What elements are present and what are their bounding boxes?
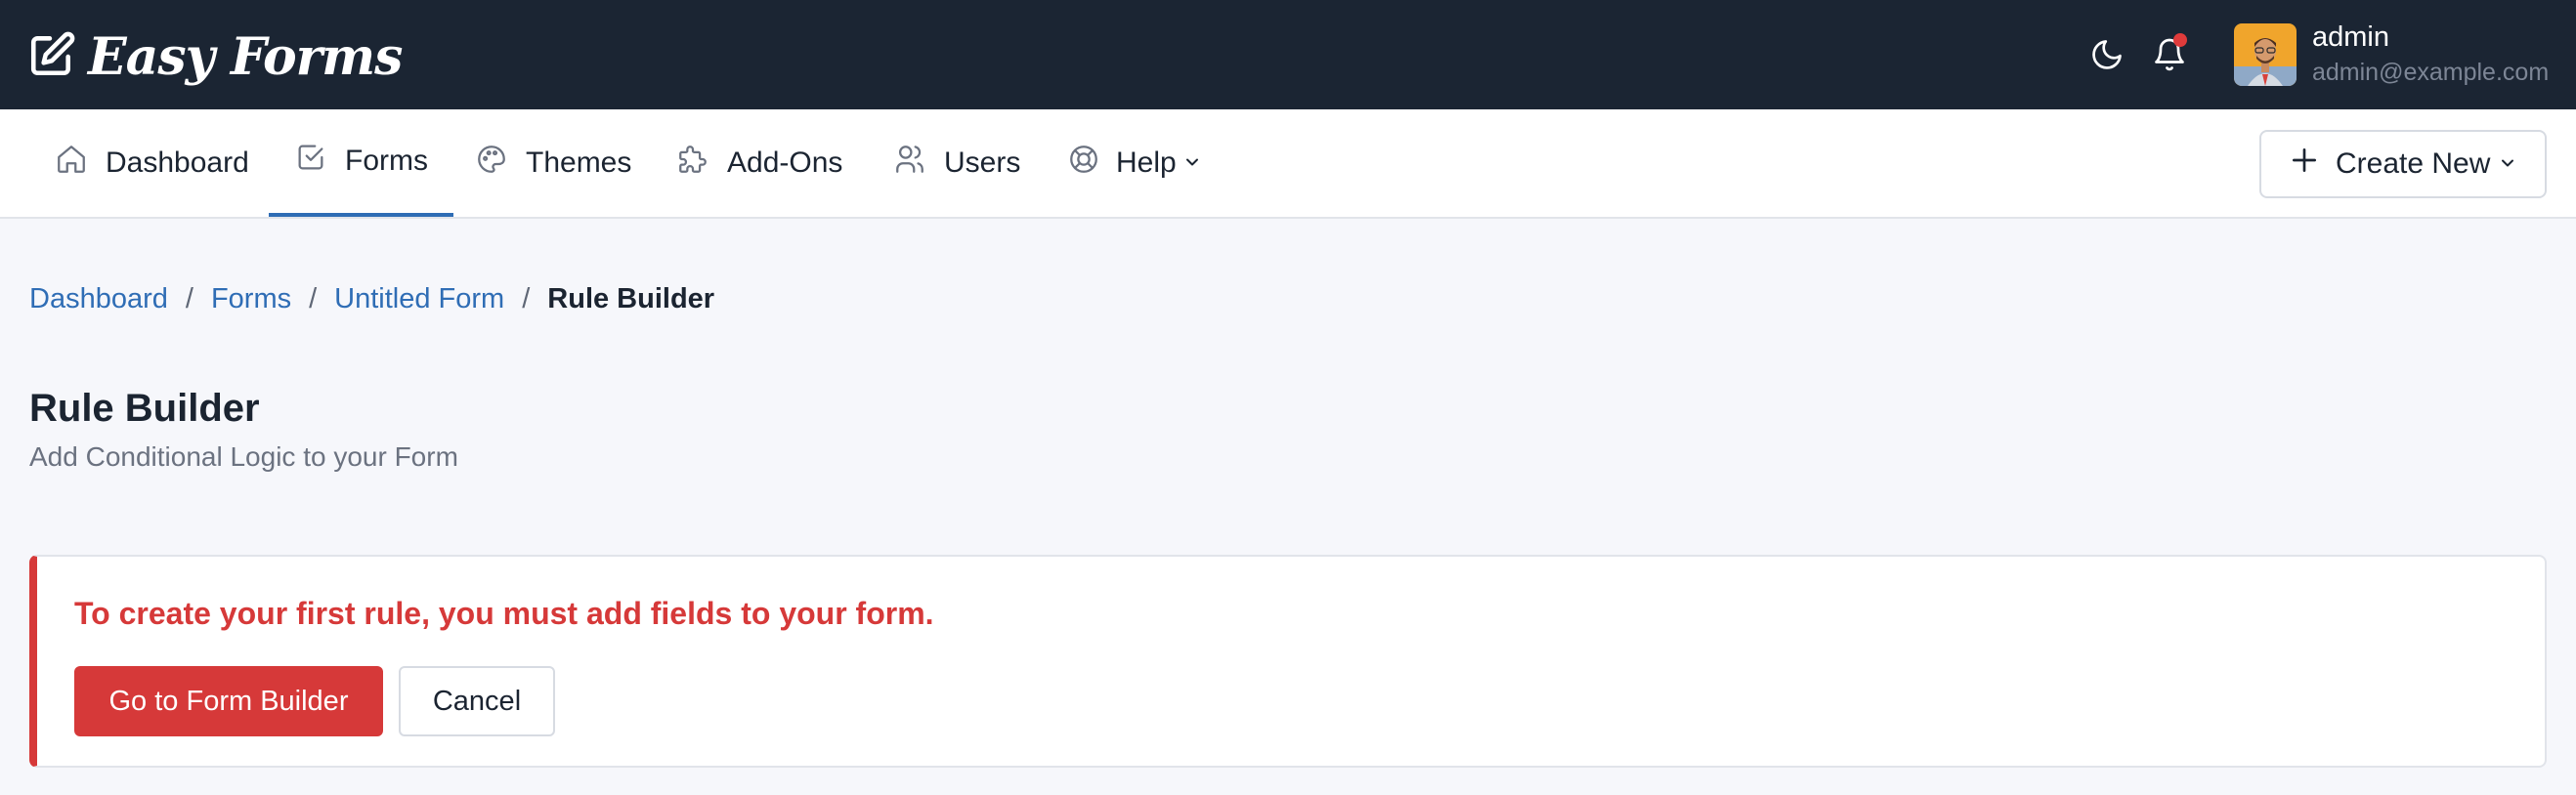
palette-icon	[475, 143, 508, 184]
create-new-button[interactable]: Create New	[2259, 130, 2547, 198]
top-bar: Easy Forms admin admin@example.com	[0, 0, 2576, 109]
nav-item-dashboard[interactable]: Dashboard	[29, 109, 275, 217]
nav-item-label: Themes	[526, 146, 632, 179]
go-to-form-builder-button[interactable]: Go to Form Builder	[74, 666, 383, 736]
alert-card: To create your first rule, you must add …	[29, 555, 2547, 768]
breadcrumb: Dashboard / Forms / Untitled Form / Rule…	[29, 283, 714, 315]
nav-item-forms[interactable]: Forms	[269, 109, 453, 217]
avatar[interactable]	[2234, 23, 2297, 86]
home-icon	[55, 143, 88, 184]
users-icon	[893, 143, 926, 184]
moon-icon[interactable]	[2085, 33, 2128, 76]
main-nav: Dashboard Forms Themes Add-Ons Users Hel…	[0, 109, 2576, 219]
puzzle-icon	[676, 143, 709, 184]
brand-name: Easy Forms	[88, 26, 403, 87]
nav-item-label: Dashboard	[106, 146, 249, 179]
nav-item-label: Users	[944, 146, 1021, 179]
bell-icon[interactable]	[2148, 33, 2191, 76]
user-name[interactable]: admin	[2312, 21, 2389, 54]
nav-item-users[interactable]: Users	[868, 109, 1046, 217]
nav-item-themes[interactable]: Themes	[450, 109, 657, 217]
brand-logo[interactable]: Easy Forms	[27, 25, 403, 88]
breadcrumb-separator: /	[185, 283, 193, 314]
nav-item-help[interactable]: Help	[1042, 109, 1227, 217]
nav-item-add-ons[interactable]: Add-Ons	[651, 109, 868, 217]
breadcrumb-current: Rule Builder	[547, 283, 715, 314]
create-new-label: Create New	[2336, 147, 2491, 180]
breadcrumb-forms[interactable]: Forms	[211, 283, 291, 315]
checkbox-icon	[294, 141, 327, 182]
breadcrumb-dashboard[interactable]: Dashboard	[29, 283, 168, 315]
edit-square-icon	[27, 30, 76, 84]
notification-dot	[2173, 33, 2187, 47]
breadcrumb-separator: /	[309, 283, 318, 314]
cancel-button[interactable]: Cancel	[399, 666, 555, 736]
plus-icon	[2289, 145, 2320, 184]
user-email: admin@example.com	[2312, 59, 2550, 86]
page-subtitle: Add Conditional Logic to your Form	[29, 441, 458, 472]
chevron-down-icon	[1182, 146, 1202, 180]
nav-item-label: Add-Ons	[727, 146, 843, 179]
page-title: Rule Builder	[29, 387, 260, 430]
alert-message: To create your first rule, you must add …	[74, 596, 934, 631]
chevron-down-icon	[2498, 147, 2517, 181]
nav-item-label: Forms	[345, 145, 428, 177]
nav-item-label: Help	[1116, 146, 1177, 179]
breadcrumb-separator: /	[522, 283, 531, 314]
breadcrumb-untitled-form[interactable]: Untitled Form	[334, 283, 504, 315]
lifebuoy-icon	[1067, 143, 1100, 184]
